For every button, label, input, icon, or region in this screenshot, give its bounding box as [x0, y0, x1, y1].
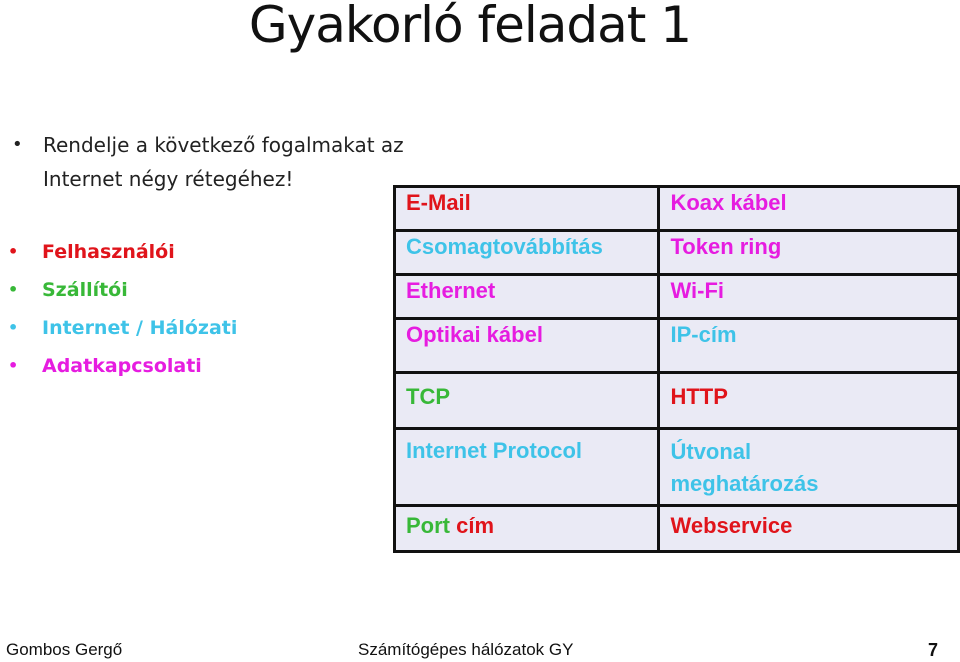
bullet-icon: • — [8, 242, 19, 261]
cell-text-part: cím — [456, 513, 495, 538]
table-row: Optikai kábel IP-cím — [392, 317, 960, 374]
table-row: Csomagtovábbítás Token ring — [392, 229, 960, 276]
footer-author: Gombos Gergő — [6, 640, 123, 659]
page-number: 7 — [928, 640, 939, 660]
cell-text-part: Port — [406, 513, 450, 538]
table-cell: Webservice — [657, 504, 960, 553]
cell-line: Útvonal — [670, 439, 752, 464]
bullet-icon: • — [8, 280, 19, 299]
table-cell: Optikai kábel — [392, 317, 661, 374]
table-row: Port cím Webservice — [392, 504, 960, 553]
table-cell: Ethernet — [392, 273, 661, 320]
concept-table: E-Mail Koax kábel Csomagtovábbítás Token… — [392, 185, 960, 553]
instruction-text: Rendelje a következő fogalmakat az Inter… — [43, 133, 404, 191]
layer-label: Szállítói — [42, 279, 128, 301]
table-cell: HTTP — [657, 371, 960, 430]
table-row: Internet Protocol Útvonal meghatározás — [392, 427, 960, 507]
table-cell: Token ring — [657, 229, 960, 276]
table-cell: TCP — [392, 371, 661, 430]
table-row: E-Mail Koax kábel — [392, 185, 960, 232]
table-cell: Koax kábel — [657, 185, 960, 232]
footer-course: Számítógépes hálózatok GY — [358, 640, 574, 659]
layer-label: Internet / Hálózati — [42, 317, 238, 339]
table-cell: Útvonal meghatározás — [657, 427, 960, 507]
bullet-icon: • — [12, 134, 23, 155]
cell-line: meghatározás — [670, 471, 819, 496]
table-cell: Wi-Fi — [657, 273, 960, 320]
table-cell: Internet Protocol — [392, 427, 661, 507]
table-row: Ethernet Wi-Fi — [392, 273, 960, 320]
layer-label: Adatkapcsolati — [42, 355, 202, 377]
layer-label: Felhasználói — [42, 241, 175, 263]
bullet-icon: • — [8, 318, 19, 337]
table-cell: Csomagtovábbítás — [392, 229, 661, 276]
table-cell: IP-cím — [657, 317, 960, 374]
table-row: TCP HTTP — [392, 371, 960, 430]
instruction: • Rendelje a következő fogalmakat az Int… — [12, 128, 443, 196]
table-cell: E-Mail — [392, 185, 661, 232]
bullet-icon: • — [8, 356, 19, 375]
table-cell: Port cím — [392, 504, 661, 553]
slide-title: Gyakorló feladat 1 — [248, 0, 692, 54]
